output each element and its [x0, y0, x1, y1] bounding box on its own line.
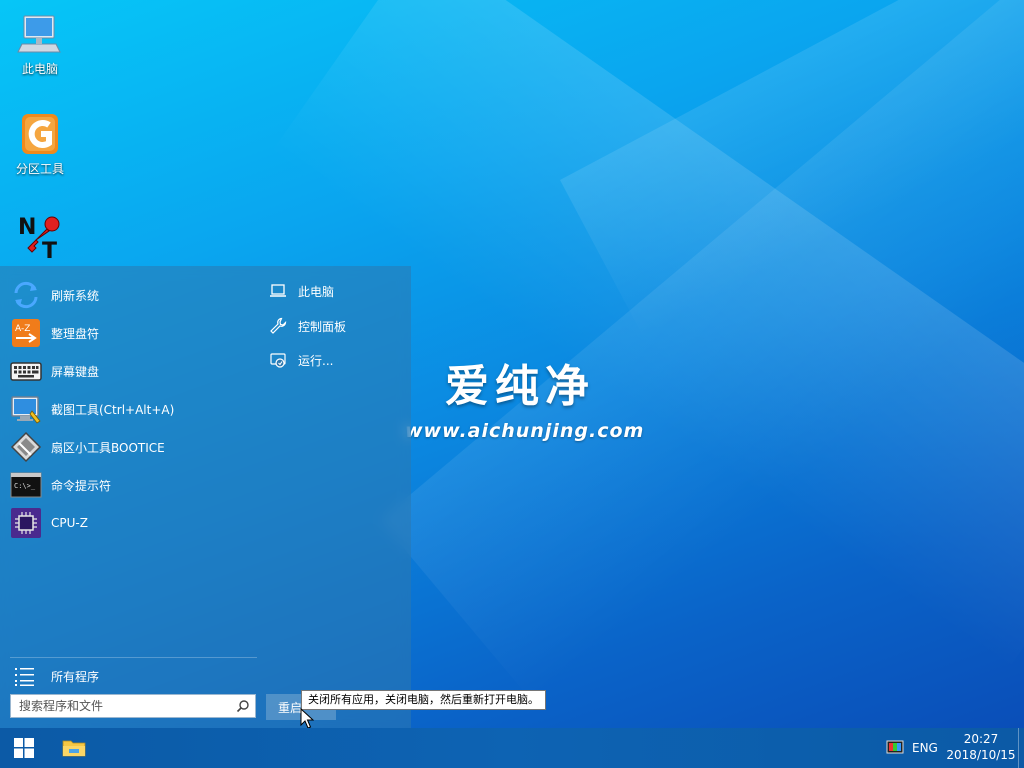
place-item-this-pc[interactable]: 此电脑 — [269, 278, 409, 304]
brand-url: www.aichunjing.com — [405, 420, 645, 442]
start-item-label: CPU-Z — [51, 516, 88, 530]
input-language-indicator[interactable]: ENG — [912, 728, 938, 768]
start-item-label: 整理盘符 — [51, 326, 100, 341]
start-item-onscreen-keyboard[interactable]: 屏幕键盘 — [10, 354, 250, 388]
wallpaper-brand: 爱纯净 www.aichunjing.com — [405, 350, 645, 442]
svg-text:A-Z: A-Z — [15, 324, 30, 334]
place-item-run[interactable]: 运行... — [269, 347, 409, 373]
restart-tooltip: 关闭所有应用，关闭电脑，然后重新打开电脑。 — [301, 690, 546, 710]
windows-logo-icon — [14, 738, 34, 758]
screenshot-icon — [11, 396, 41, 424]
start-menu-places: 此电脑 控制面板 运行... — [257, 266, 411, 728]
start-item-label: 扇区小工具BOOTICE — [51, 440, 165, 455]
start-menu-divider — [10, 657, 257, 658]
display-settings-icon[interactable] — [886, 740, 904, 756]
start-menu: 刷新系统 A-Z 整理盘符 屏幕键盘 截图工具(Ctrl+Alt+A) 扇区小工… — [0, 266, 411, 728]
start-item-label: 命令提示符 — [51, 478, 112, 493]
svg-text:N: N — [18, 215, 36, 240]
sort-drive-icon: A-Z — [12, 319, 40, 347]
desktop-icon-label: 分区工具 — [15, 162, 64, 176]
place-item-label: 运行... — [298, 353, 334, 368]
nt-password-icon: N T — [18, 215, 60, 260]
start-item-label: 屏幕键盘 — [51, 364, 100, 379]
taskbar-clock[interactable]: 20:27 2018/10/15 — [944, 731, 1018, 763]
desktop-icon-this-pc[interactable]: 此电脑 — [8, 10, 72, 77]
diskgenius-icon — [22, 114, 58, 154]
mouse-cursor-icon — [300, 708, 314, 729]
start-item-screenshot-tool[interactable]: 截图工具(Ctrl+Alt+A) — [10, 392, 250, 426]
place-item-label: 此电脑 — [298, 284, 335, 299]
cpu-z-icon — [11, 508, 41, 538]
keyboard-icon — [10, 362, 42, 381]
bootice-icon — [10, 431, 42, 463]
all-programs-button[interactable]: 所有程序 — [10, 662, 250, 690]
desktop-icon-label: 此电脑 — [21, 62, 58, 76]
start-item-cpu-z[interactable]: CPU-Z — [10, 506, 250, 540]
place-item-control-panel[interactable]: 控制面板 — [269, 313, 409, 339]
wrench-icon — [270, 317, 287, 334]
clock-date: 2018/10/15 — [946, 748, 1016, 762]
search-input[interactable] — [11, 695, 231, 717]
desktop-icon-partition-tool[interactable]: 分区工具 — [8, 110, 72, 177]
list-icon — [15, 668, 34, 686]
clock-time: 20:27 — [963, 732, 999, 746]
place-item-label: 控制面板 — [298, 319, 347, 334]
laptop-icon — [270, 284, 286, 297]
start-search-box — [10, 694, 256, 718]
computer-icon — [17, 15, 61, 53]
refresh-icon — [14, 281, 38, 309]
svg-text:T: T — [42, 239, 57, 260]
start-item-refresh-system[interactable]: 刷新系统 — [10, 278, 250, 312]
start-item-sort-drives[interactable]: A-Z 整理盘符 — [10, 316, 250, 350]
taskbar-file-explorer[interactable] — [50, 728, 98, 768]
start-item-bootice[interactable]: 扇区小工具BOOTICE — [10, 430, 250, 464]
start-menu-app-list: 刷新系统 A-Z 整理盘符 屏幕键盘 截图工具(Ctrl+Alt+A) 扇区小工… — [0, 266, 257, 728]
start-button[interactable] — [0, 728, 48, 768]
taskbar: ENG 20:27 2018/10/15 — [0, 728, 1024, 768]
svg-text:C:\>_: C:\>_ — [14, 482, 36, 490]
search-icon[interactable] — [236, 699, 250, 713]
brand-title: 爱纯净 — [445, 361, 595, 412]
folder-icon — [62, 740, 86, 757]
wallpaper-light-beam — [560, 0, 1024, 339]
start-item-label: 截图工具(Ctrl+Alt+A) — [51, 402, 175, 417]
all-programs-label: 所有程序 — [51, 669, 100, 684]
start-item-label: 刷新系统 — [51, 288, 100, 303]
cmd-icon: C:\>_ — [10, 472, 42, 498]
run-icon — [270, 353, 286, 368]
show-desktop-button[interactable] — [1018, 728, 1024, 768]
desktop-icon-nt-password[interactable]: N T — [8, 212, 72, 260]
start-item-command-prompt[interactable]: C:\>_ 命令提示符 — [10, 468, 250, 502]
